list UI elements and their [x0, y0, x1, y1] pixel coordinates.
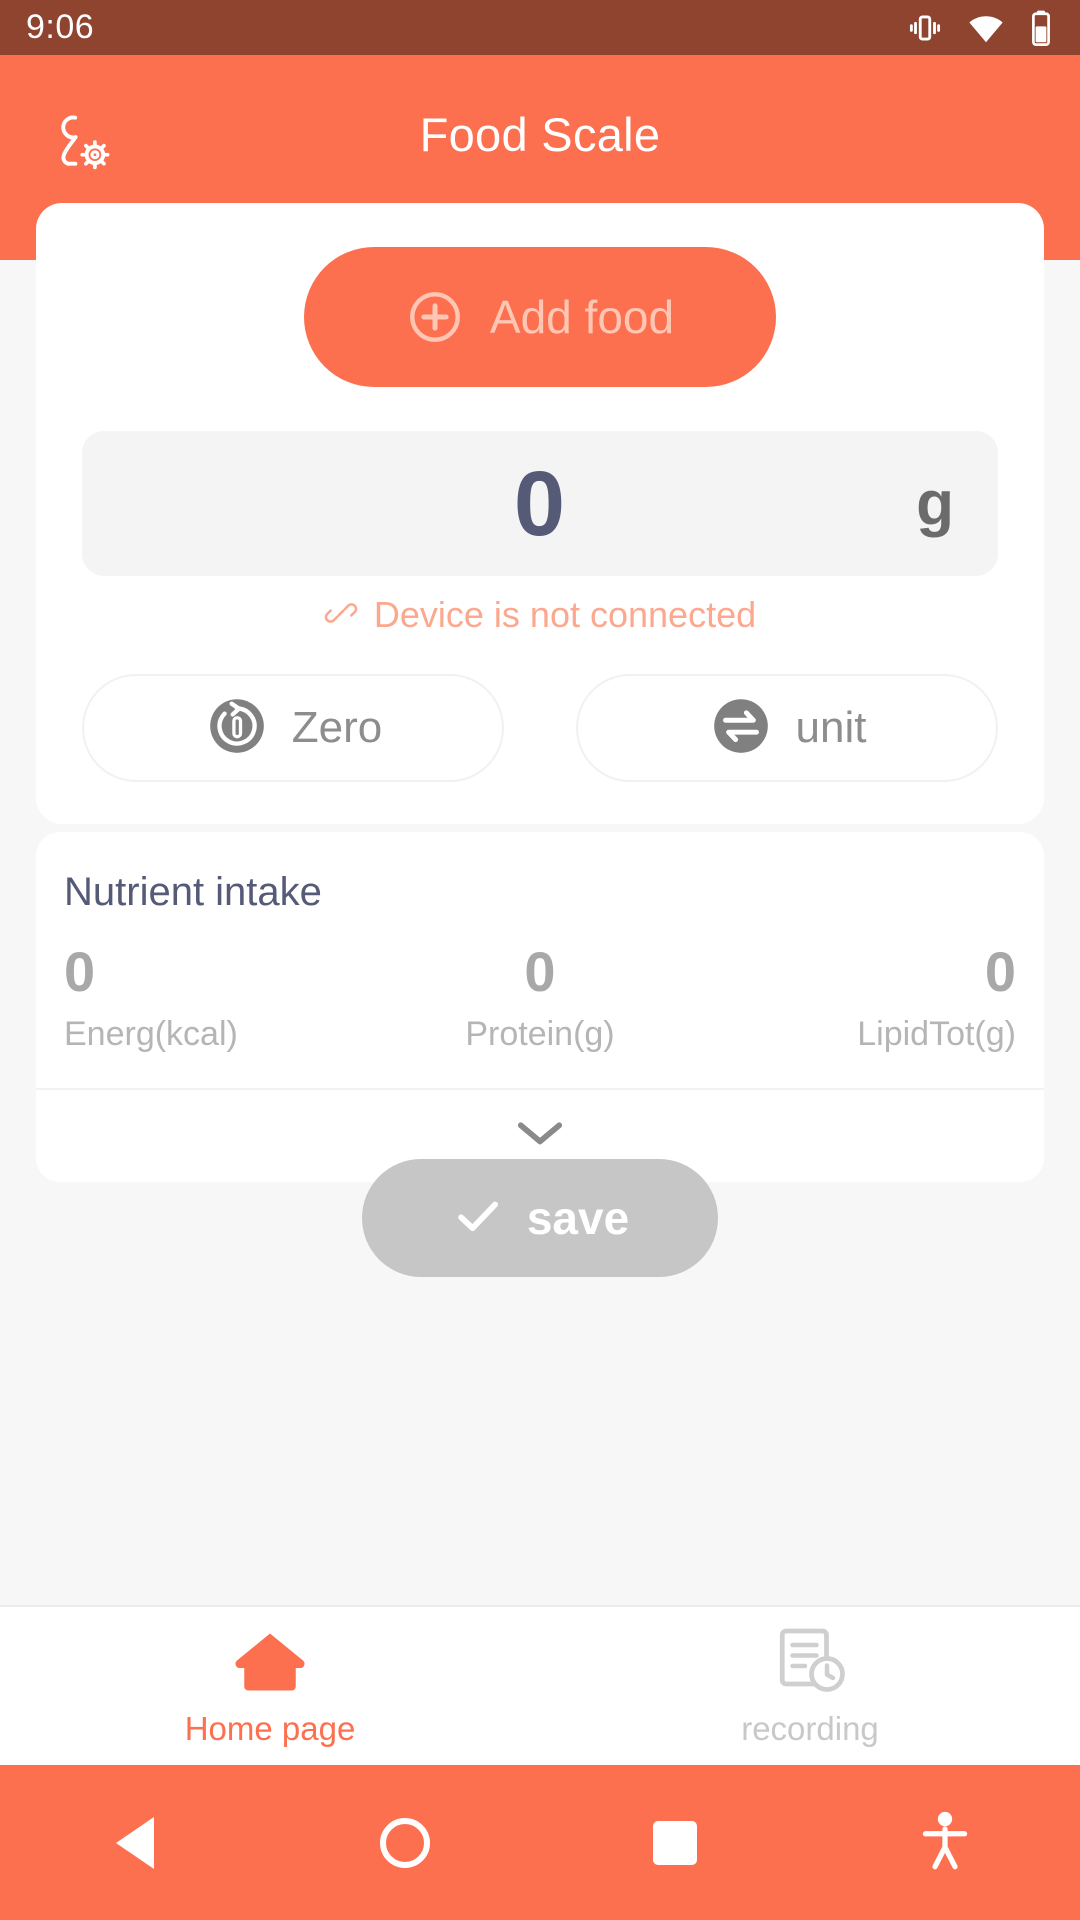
- weight-unit: g: [916, 469, 954, 538]
- unit-button[interactable]: unit: [576, 674, 998, 782]
- status-bar: 9:06: [0, 0, 1080, 55]
- scale-card: Add food 0 g Device is not connected Zer…: [36, 203, 1044, 824]
- check-icon: [451, 1189, 505, 1248]
- battery-icon: [1028, 9, 1054, 47]
- nutrient-row: 0 Energ(kcal) 0 Protein(g) 0 LipidTot(g): [36, 915, 1044, 1090]
- status-bar-icons: [906, 9, 1054, 47]
- add-food-label: Add food: [489, 291, 675, 343]
- save-button[interactable]: save: [362, 1159, 718, 1277]
- weight-value: 0: [513, 452, 567, 555]
- user-settings-icon[interactable]: [42, 103, 122, 183]
- swap-arrows-icon: [708, 693, 774, 764]
- android-accessibility-button[interactable]: [810, 1809, 1080, 1876]
- connection-status-text: Device is not connected: [373, 594, 757, 635]
- chevron-down-icon: [515, 1116, 565, 1155]
- add-food-button[interactable]: Add food: [304, 247, 776, 387]
- nutrient-value: 0: [64, 940, 96, 1003]
- unit-button-label: unit: [795, 703, 867, 752]
- nutrient-item-energy: 0 Energ(kcal): [64, 941, 381, 1054]
- nutrient-intake-heading: Nutrient intake: [64, 870, 322, 914]
- page-title: Food Scale: [419, 108, 661, 161]
- recents-square-icon: [653, 1820, 697, 1865]
- record-list-icon: [770, 1625, 850, 1700]
- wifi-icon: [966, 9, 1006, 47]
- accessibility-icon: [918, 1809, 972, 1876]
- nutrient-label: Energ(kcal): [64, 1014, 238, 1053]
- nutrient-label: LipidTot(g): [857, 1014, 1016, 1053]
- status-bar-clock: 9:06: [26, 8, 95, 46]
- back-triangle-icon: [116, 1816, 154, 1869]
- tare-reset-icon: [204, 693, 270, 764]
- nav-item-label: recording: [741, 1709, 879, 1747]
- android-navigation-bar: [0, 1765, 1080, 1920]
- nav-item-label: Home page: [184, 1709, 356, 1747]
- plus-circle-icon: [406, 288, 464, 346]
- weight-display: 0 g: [82, 431, 998, 576]
- nav-item-home-page[interactable]: Home page: [0, 1607, 540, 1765]
- nutrient-intake-card: Nutrient intake 0 Energ(kcal) 0 Protein(…: [36, 832, 1044, 1182]
- app-page: Food Scale Add food 0 g Device is not co…: [0, 55, 1080, 1765]
- nutrient-value: 0: [984, 940, 1016, 1003]
- nutrient-item-lipid: 0 LipidTot(g): [699, 941, 1016, 1054]
- nutrient-value: 0: [524, 940, 556, 1003]
- scale-action-buttons: Zero unit: [82, 674, 998, 782]
- home-circle-icon: [380, 1817, 430, 1868]
- zero-button-label: Zero: [291, 703, 383, 752]
- nutrient-label: Protein(g): [465, 1014, 615, 1053]
- broken-link-icon: [324, 596, 358, 635]
- android-home-button[interactable]: [270, 1817, 540, 1868]
- bottom-navigation: Home page recording: [0, 1605, 1080, 1765]
- vibrate-icon: [906, 9, 944, 47]
- android-back-button[interactable]: [0, 1816, 270, 1869]
- android-recents-button[interactable]: [540, 1820, 810, 1865]
- main-content: Food Scale Add food 0 g Device is not co…: [0, 55, 1080, 1605]
- nav-item-recording[interactable]: recording: [540, 1607, 1080, 1765]
- home-icon: [230, 1625, 310, 1700]
- connection-status: Device is not connected: [82, 594, 998, 636]
- save-button-label: save: [526, 1192, 630, 1244]
- nutrient-item-protein: 0 Protein(g): [381, 941, 698, 1054]
- zero-button[interactable]: Zero: [82, 674, 504, 782]
